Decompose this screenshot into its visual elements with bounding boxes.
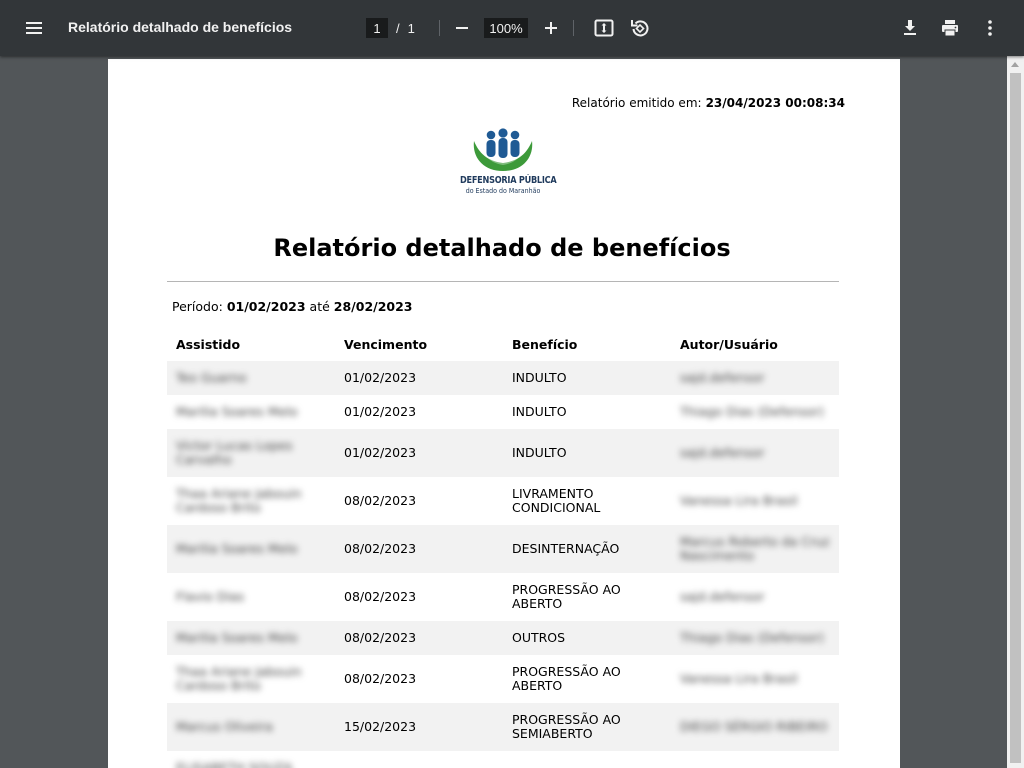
logo-subtitle: do Estado do Maranhão [465, 187, 541, 195]
assistido-cell: Thaa Ariane Jabouin Cardoso Brito [176, 663, 302, 693]
table-row: Thaa Ariane Jabouin Cardoso Brito 08/02/… [167, 655, 839, 703]
zoom-input[interactable] [484, 18, 528, 38]
zoom-out-button[interactable] [450, 16, 474, 40]
table-row: Thaa Ariane Jabouin Cardoso Brito 08/02/… [167, 477, 839, 525]
table-row: Marilia Soares Melo 01/02/2023 INDULTO T… [167, 395, 839, 429]
autor-cell: sajd.defensor [680, 444, 765, 460]
beneficio-cell: PROGRESSÃO AO ABERTO [512, 663, 621, 693]
vencimento-cell: 08/02/2023 [344, 540, 417, 556]
beneficio-cell [503, 751, 671, 768]
table-row: ELISABETH SOUZA [167, 751, 839, 768]
assistido-cell: Flavio Dias [176, 588, 245, 604]
more-vert-icon[interactable] [978, 16, 1002, 40]
period-label: Período: [172, 299, 223, 314]
assistido-cell: Marcus Oliveira [176, 718, 273, 734]
emitted-label: Relatório emitido em: [571, 96, 702, 110]
autor-cell [671, 751, 839, 768]
vencimento-cell: 01/02/2023 [344, 369, 417, 385]
beneficio-cell: INDULTO [512, 444, 567, 460]
logo-title: DEFENSORIA PÚBLICA [460, 175, 557, 186]
page-navigator: / 1 [366, 18, 415, 38]
period-connector: até [309, 299, 330, 314]
autor-cell: DIEGO SÉRGIO RIBEIRO [680, 718, 828, 734]
beneficio-cell: OUTROS [512, 629, 566, 645]
fit-page-icon[interactable] [592, 16, 616, 40]
assistido-cell: Marilia Soares Melo [176, 403, 298, 419]
beneficio-cell: PROGRESSÃO AO ABERTO [512, 581, 621, 611]
autor-cell: Vanessa Lira Brasil [680, 492, 798, 508]
table-row: Marilia Soares Melo 08/02/2023 DESINTERN… [167, 525, 839, 573]
vencimento-cell: 08/02/2023 [344, 588, 417, 604]
pdf-page: Relatório emitido em: 23/04/2023 00:08:34… [108, 59, 900, 768]
logo-emblem-icon [473, 128, 533, 171]
column-header: Autor/Usuário [680, 336, 778, 352]
vencimento-cell: 01/02/2023 [344, 403, 417, 419]
beneficio-cell: PROGRESSÃO AO SEMIABERTO [512, 711, 621, 741]
autor-cell: Thiago Dias (Defensor) [680, 403, 824, 419]
table-row: Teo Guarno 01/02/2023 INDULTO sajd.defen… [167, 361, 839, 395]
page-number-input[interactable] [366, 18, 388, 38]
column-header: Benefício [512, 336, 578, 352]
emitted-value: 23/04/2023 00:08:34 [705, 96, 845, 110]
menu-icon[interactable] [22, 16, 46, 40]
total-pages: 1 [407, 20, 415, 36]
autor-cell: Marcus Roberto da Cruz Nascimento [680, 533, 830, 563]
title-divider [167, 281, 839, 282]
table-row: Victor Lucas Lopes Carvalho 01/02/2023 I… [167, 429, 839, 477]
table-row: Flavio Dias 08/02/2023 PROGRESSÃO AO ABE… [167, 573, 839, 621]
page-separator: / [396, 20, 400, 36]
scrollbar-thumb[interactable] [1010, 73, 1021, 763]
period-end: 28/02/2023 [333, 299, 413, 314]
toolbar-divider [439, 20, 440, 36]
autor-cell: Vanessa Lira Brasil [680, 670, 798, 686]
assistido-cell: Marilia Soares Melo [176, 629, 298, 645]
pdf-toolbar: Relatório detalhado de benefícios / 1 [0, 0, 1024, 56]
vencimento-cell: 08/02/2023 [344, 670, 417, 686]
vencimento-cell: 08/02/2023 [344, 492, 417, 508]
print-icon[interactable] [938, 16, 962, 40]
beneficio-cell: LIVRAMENTO CONDICIONAL [512, 485, 601, 515]
assistido-cell: Thaa Ariane Jabouin Cardoso Brito [176, 485, 302, 515]
defensoria-logo: DEFENSORIA PÚBLICA do Estado do Maranhão [453, 127, 557, 199]
vencimento-cell [335, 751, 503, 768]
scroll-up-arrow-icon[interactable] [1011, 62, 1019, 67]
benefits-table: Assistido Vencimento Benefício Autor/Usu… [167, 327, 839, 768]
autor-cell: sajd.defensor [680, 369, 765, 385]
download-icon[interactable] [898, 16, 922, 40]
autor-cell: Thiago Dias (Defensor) [680, 629, 824, 645]
vencimento-cell: 01/02/2023 [344, 444, 417, 460]
table-row: Marcus Oliveira 15/02/2023 PROGRESSÃO AO… [167, 703, 839, 751]
autor-cell: sajd.defensor [680, 588, 765, 604]
table-row: Marilia Soares Melo 08/02/2023 OUTROS Th… [167, 621, 839, 655]
column-header: Vencimento [344, 336, 428, 352]
report-period: Período: 01/02/2023 até 28/02/2023 [172, 299, 413, 314]
period-start: 01/02/2023 [226, 299, 306, 314]
beneficio-cell: DESINTERNAÇÃO [512, 540, 620, 556]
report-title: Relatório detalhado de benefícios [273, 234, 731, 262]
beneficio-cell: INDULTO [512, 403, 567, 419]
assistido-cell: Marilia Soares Melo [176, 540, 298, 556]
column-header: Assistido [176, 336, 241, 352]
vertical-scrollbar[interactable] [1007, 56, 1024, 768]
assistido-cell: Victor Lucas Lopes Carvalho [176, 437, 293, 467]
beneficio-cell: INDULTO [512, 369, 567, 385]
vencimento-cell: 08/02/2023 [344, 629, 417, 645]
table-header-row: Assistido Vencimento Benefício Autor/Usu… [167, 327, 839, 361]
rotate-icon[interactable] [628, 16, 652, 40]
toolbar-divider [573, 20, 574, 36]
emitted-timestamp: Relatório emitido em: 23/04/2023 00:08:34 [572, 96, 845, 110]
document-title: Relatório detalhado de benefícios [68, 19, 293, 35]
assistido-cell: ELISABETH SOUZA [176, 759, 293, 768]
assistido-cell: Teo Guarno [176, 369, 247, 385]
vencimento-cell: 15/02/2023 [344, 718, 417, 734]
zoom-in-button[interactable] [539, 16, 563, 40]
